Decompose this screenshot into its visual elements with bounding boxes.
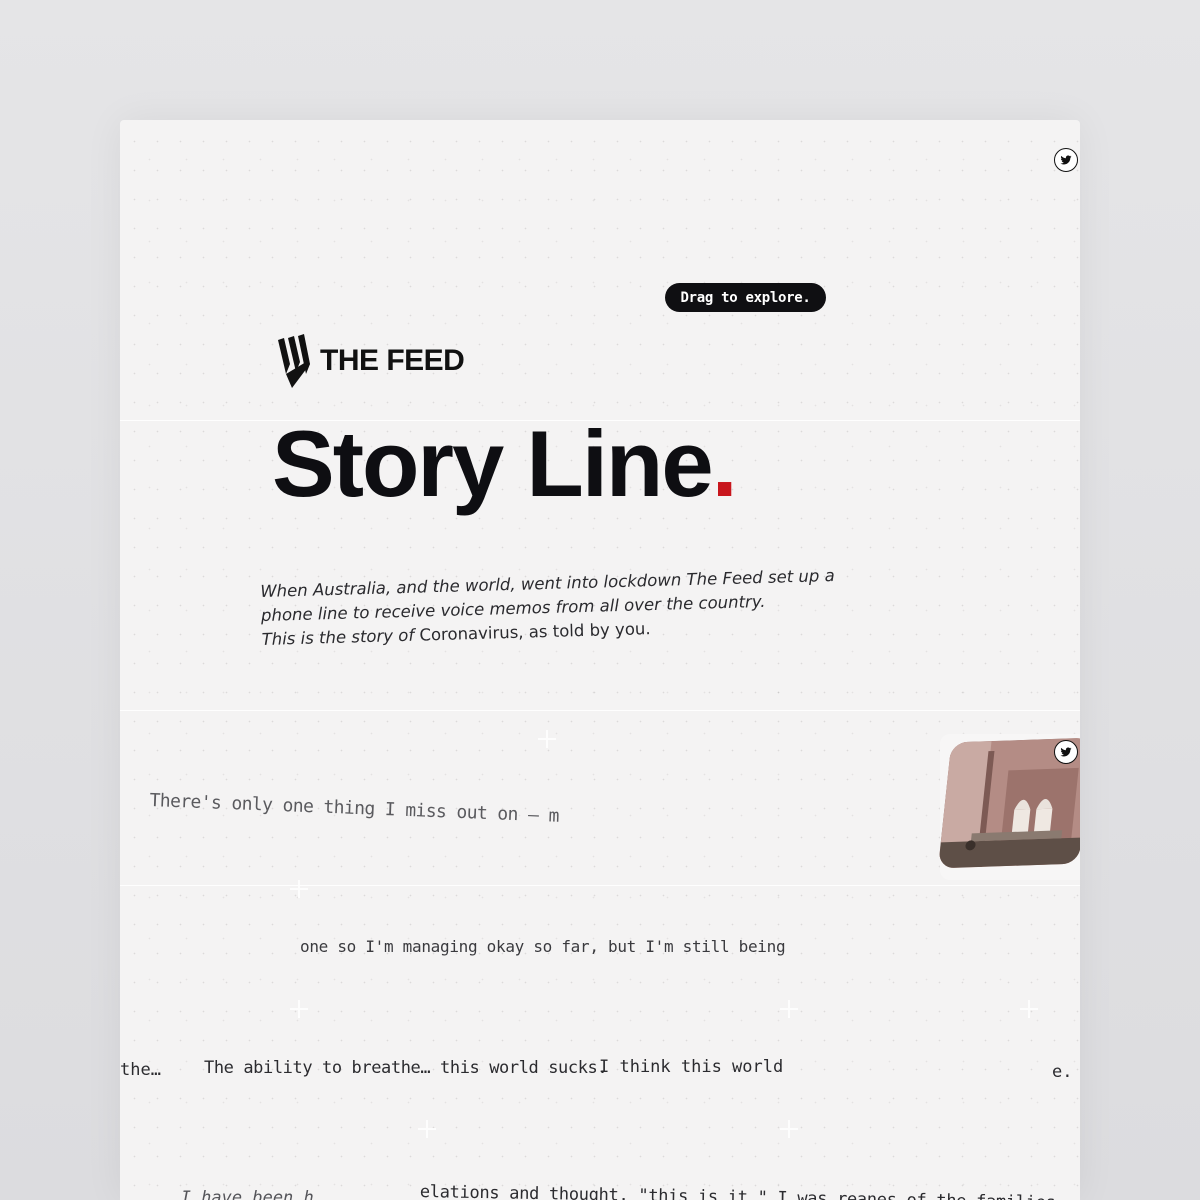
brand-header[interactable]: THE FEED bbox=[276, 334, 465, 388]
divider bbox=[120, 885, 1080, 886]
twitter-icon bbox=[1060, 747, 1072, 757]
voice-memo-quote[interactable]: one so I'm managing okay so far, but I'm… bbox=[300, 937, 790, 956]
twitter-share-button[interactable] bbox=[1054, 740, 1078, 764]
drag-to-explore-hint: Drag to explore. bbox=[665, 283, 826, 312]
sparkle-icon bbox=[418, 1120, 436, 1138]
brand-name: THE FEED bbox=[320, 344, 465, 377]
sparkle-icon bbox=[290, 880, 308, 898]
divider bbox=[120, 710, 1080, 711]
title-red-dot: . bbox=[711, 411, 738, 516]
voice-memo-quote[interactable]: The ability to breathe… this world sucks… bbox=[204, 1058, 608, 1078]
sbs-logo-icon bbox=[278, 334, 310, 388]
intro-line-3-italic: This is the story of bbox=[261, 625, 415, 649]
intro-paragraph: When Australia, and the world, went into… bbox=[260, 563, 882, 652]
story-line-canvas[interactable]: Drag to explore. THE FEED Story Line. Wh… bbox=[120, 120, 1080, 1200]
sparkle-icon bbox=[538, 730, 556, 748]
page-title-text: Story Line bbox=[272, 411, 714, 516]
sparkle-icon bbox=[780, 1000, 798, 1018]
sparkle-icon bbox=[290, 1000, 308, 1018]
voice-memo-quote[interactable]: the… bbox=[120, 1060, 161, 1080]
page-title: Story Line. bbox=[272, 411, 738, 516]
voice-memo-quote[interactable]: I think this world sucl bbox=[599, 1057, 789, 1077]
voice-memo-quote[interactable]: e. bbox=[1052, 1062, 1072, 1082]
intro-line-3-rest: Coronavirus, as told by you. bbox=[413, 619, 651, 645]
voice-memo-quote[interactable]: ...I have been h bbox=[150, 1188, 314, 1200]
twitter-share-button[interactable] bbox=[1054, 148, 1078, 172]
twitter-icon bbox=[1060, 155, 1072, 165]
sparkle-icon bbox=[780, 1120, 798, 1138]
paper-texture bbox=[120, 120, 1080, 1200]
sparkle-icon bbox=[1020, 1000, 1038, 1018]
voice-memo-quote[interactable]: elations and thought, "this is it," I wa… bbox=[420, 1182, 1056, 1200]
voice-memo-quote[interactable]: There's only one thing I miss out on – m bbox=[149, 790, 559, 827]
